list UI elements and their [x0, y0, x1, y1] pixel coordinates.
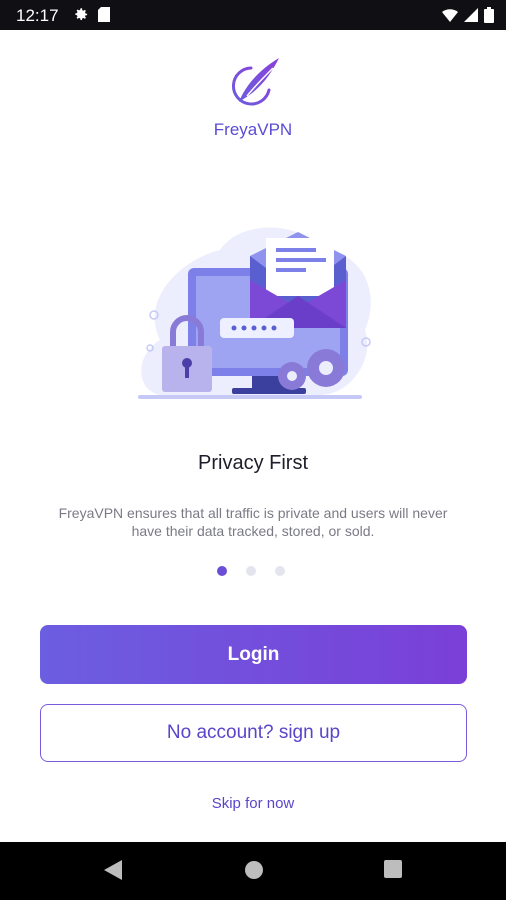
sd-card-icon — [98, 7, 110, 22]
onboarding-screen: FreyaVPN Privacy First FreyaVPN ensures … — [0, 30, 506, 842]
page-indicator — [217, 566, 285, 576]
page-dot-1[interactable] — [217, 566, 227, 576]
home-icon[interactable] — [244, 860, 264, 880]
navigation-bar — [0, 842, 506, 900]
feather-logo-icon — [231, 58, 279, 106]
login-button[interactable]: Login — [40, 625, 467, 684]
signal-icon — [464, 8, 478, 22]
skip-link[interactable]: Skip for now — [0, 795, 506, 812]
brand-name: FreyaVPN — [213, 120, 293, 139]
page-dot-2[interactable] — [246, 566, 256, 576]
status-bar: 12:17 — [0, 0, 506, 30]
wifi-icon — [442, 9, 458, 22]
monitor-mail-lock-illustration — [138, 227, 371, 399]
page-dot-3[interactable] — [275, 566, 285, 576]
onboarding-description: FreyaVPN ensures that all traffic is pri… — [58, 505, 448, 539]
onboarding-title: Privacy First — [198, 452, 308, 474]
signup-button[interactable]: No account? sign up — [40, 704, 467, 762]
back-icon[interactable] — [104, 860, 122, 880]
battery-icon — [484, 7, 494, 23]
recents-icon[interactable] — [384, 860, 402, 878]
status-time: 12:17 — [16, 6, 59, 25]
gear-icon — [75, 8, 88, 20]
